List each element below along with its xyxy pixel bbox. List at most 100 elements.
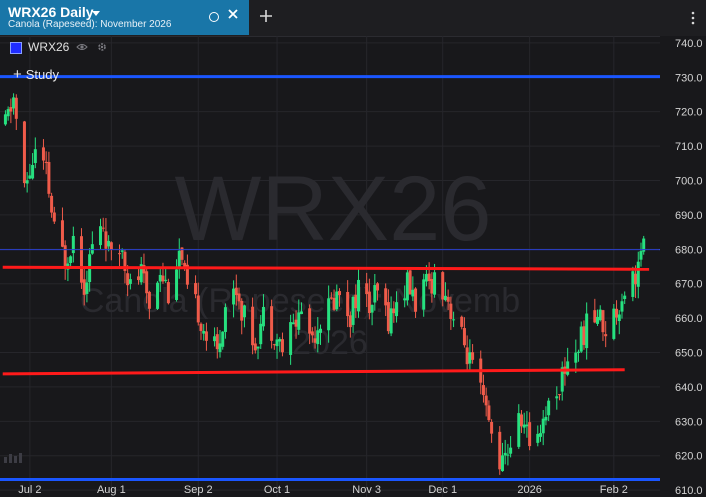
candle-body	[498, 431, 502, 470]
candle-body	[351, 296, 355, 325]
candle-body	[215, 334, 219, 350]
candle-body	[47, 162, 51, 194]
candle-body	[525, 424, 529, 427]
candle-body	[528, 422, 532, 447]
candle-body	[357, 279, 361, 312]
candle-body	[50, 195, 54, 213]
candle-body	[299, 311, 303, 315]
candle-body	[71, 235, 75, 254]
candle-body	[405, 272, 409, 301]
candle-body	[332, 297, 336, 310]
candle-body	[335, 291, 339, 310]
candle-body	[199, 323, 203, 332]
candle-body	[536, 433, 540, 443]
plus-icon[interactable]	[259, 9, 273, 23]
candle-body	[367, 291, 371, 313]
top-bar: WRX26 Daily Canola (Rapeseed): November …	[0, 0, 706, 37]
candle-body	[294, 319, 298, 327]
candle-body	[289, 322, 293, 355]
candle-body	[175, 269, 179, 300]
candle-body	[329, 297, 333, 299]
price-axis[interactable]: 740.0 730.0 720.0 710.0 700.0 690.0 680.0 670.0…	[660, 36, 706, 497]
series-color-swatch[interactable]	[10, 42, 22, 54]
candle-body	[544, 416, 548, 421]
chevron-down-icon[interactable]	[92, 11, 100, 16]
price-tick-label: 680.0	[675, 244, 703, 256]
close-icon[interactable]	[227, 8, 239, 20]
more-vertical-icon[interactable]	[688, 10, 698, 26]
gear-icon[interactable]	[96, 41, 108, 53]
candle-body	[158, 274, 162, 282]
candle-body	[272, 344, 276, 346]
candle-body	[90, 244, 94, 254]
candle-body	[395, 302, 399, 317]
candle-body	[460, 316, 464, 327]
candle-body	[275, 339, 279, 347]
candle-body	[408, 270, 412, 295]
add-study-button[interactable]: + Study	[13, 66, 59, 84]
candle-body	[60, 220, 64, 247]
candle-body	[52, 212, 56, 222]
candle-body	[598, 309, 602, 321]
candle-body	[517, 413, 521, 447]
time-tick-label: Aug 1	[97, 484, 126, 496]
candle-body	[596, 316, 600, 324]
candle-body	[316, 330, 320, 345]
candle-body	[441, 272, 445, 300]
candle-body	[3, 114, 7, 125]
candle-body	[120, 250, 124, 252]
candle-body	[107, 240, 111, 247]
tab-title: WRX26 Daily	[8, 4, 94, 20]
candle-body	[313, 338, 317, 343]
horizontal-lines[interactable]: 730.2613.1679.9	[0, 68, 706, 488]
candle-body	[232, 288, 236, 305]
candle-body	[82, 279, 86, 295]
candle-body	[465, 347, 469, 365]
candle-body	[639, 251, 643, 260]
candle-body	[234, 287, 238, 296]
candle-body	[213, 336, 217, 342]
candle-body	[615, 308, 619, 318]
candle-body	[452, 319, 456, 321]
price-tick-label: 640.0	[675, 382, 703, 394]
candle-body	[308, 308, 312, 334]
tab-subtitle: Canola (Rapeseed): November 2026	[8, 19, 172, 30]
candle-body	[506, 454, 510, 456]
candle-body	[33, 149, 37, 164]
candle-body	[338, 291, 342, 296]
candle-body	[202, 330, 206, 334]
price-tick-label: 740.0	[675, 38, 703, 50]
chart-tab[interactable]: WRX26 Daily Canola (Rapeseed): November …	[0, 0, 249, 35]
eye-icon[interactable]	[76, 41, 88, 53]
candle-body	[384, 288, 388, 306]
price-tick-label: 610.0	[675, 485, 703, 497]
candle-body	[585, 313, 589, 349]
candle-body	[558, 394, 562, 396]
candle-body	[462, 328, 466, 346]
candle-body	[297, 312, 301, 330]
price-tick-label: 670.0	[675, 279, 703, 291]
circle-icon[interactable]	[209, 12, 219, 22]
candle-body	[541, 418, 545, 434]
candle-body	[14, 97, 18, 119]
candle-body	[577, 351, 581, 353]
candle-body	[177, 250, 181, 269]
candle-body	[446, 296, 450, 302]
candle-body	[166, 282, 170, 304]
candle-body	[414, 288, 418, 312]
candle-body	[424, 274, 428, 282]
candle-body	[164, 279, 168, 281]
candle-body	[555, 396, 559, 399]
candle-body	[392, 308, 396, 314]
candle-body	[631, 271, 635, 297]
candle-body	[156, 282, 160, 309]
candle-body	[519, 414, 523, 427]
price-chart[interactable]: WRX26 Canola (Rapeseed): Novemb 2026 730…	[0, 36, 706, 497]
candle-body	[490, 421, 494, 434]
candle-body	[389, 308, 393, 334]
time-tick-label: Oct 1	[264, 484, 290, 496]
candle-body	[280, 339, 284, 353]
candle-body	[259, 323, 263, 345]
price-tick-label: 630.0	[675, 416, 703, 428]
candle-body	[484, 395, 488, 406]
